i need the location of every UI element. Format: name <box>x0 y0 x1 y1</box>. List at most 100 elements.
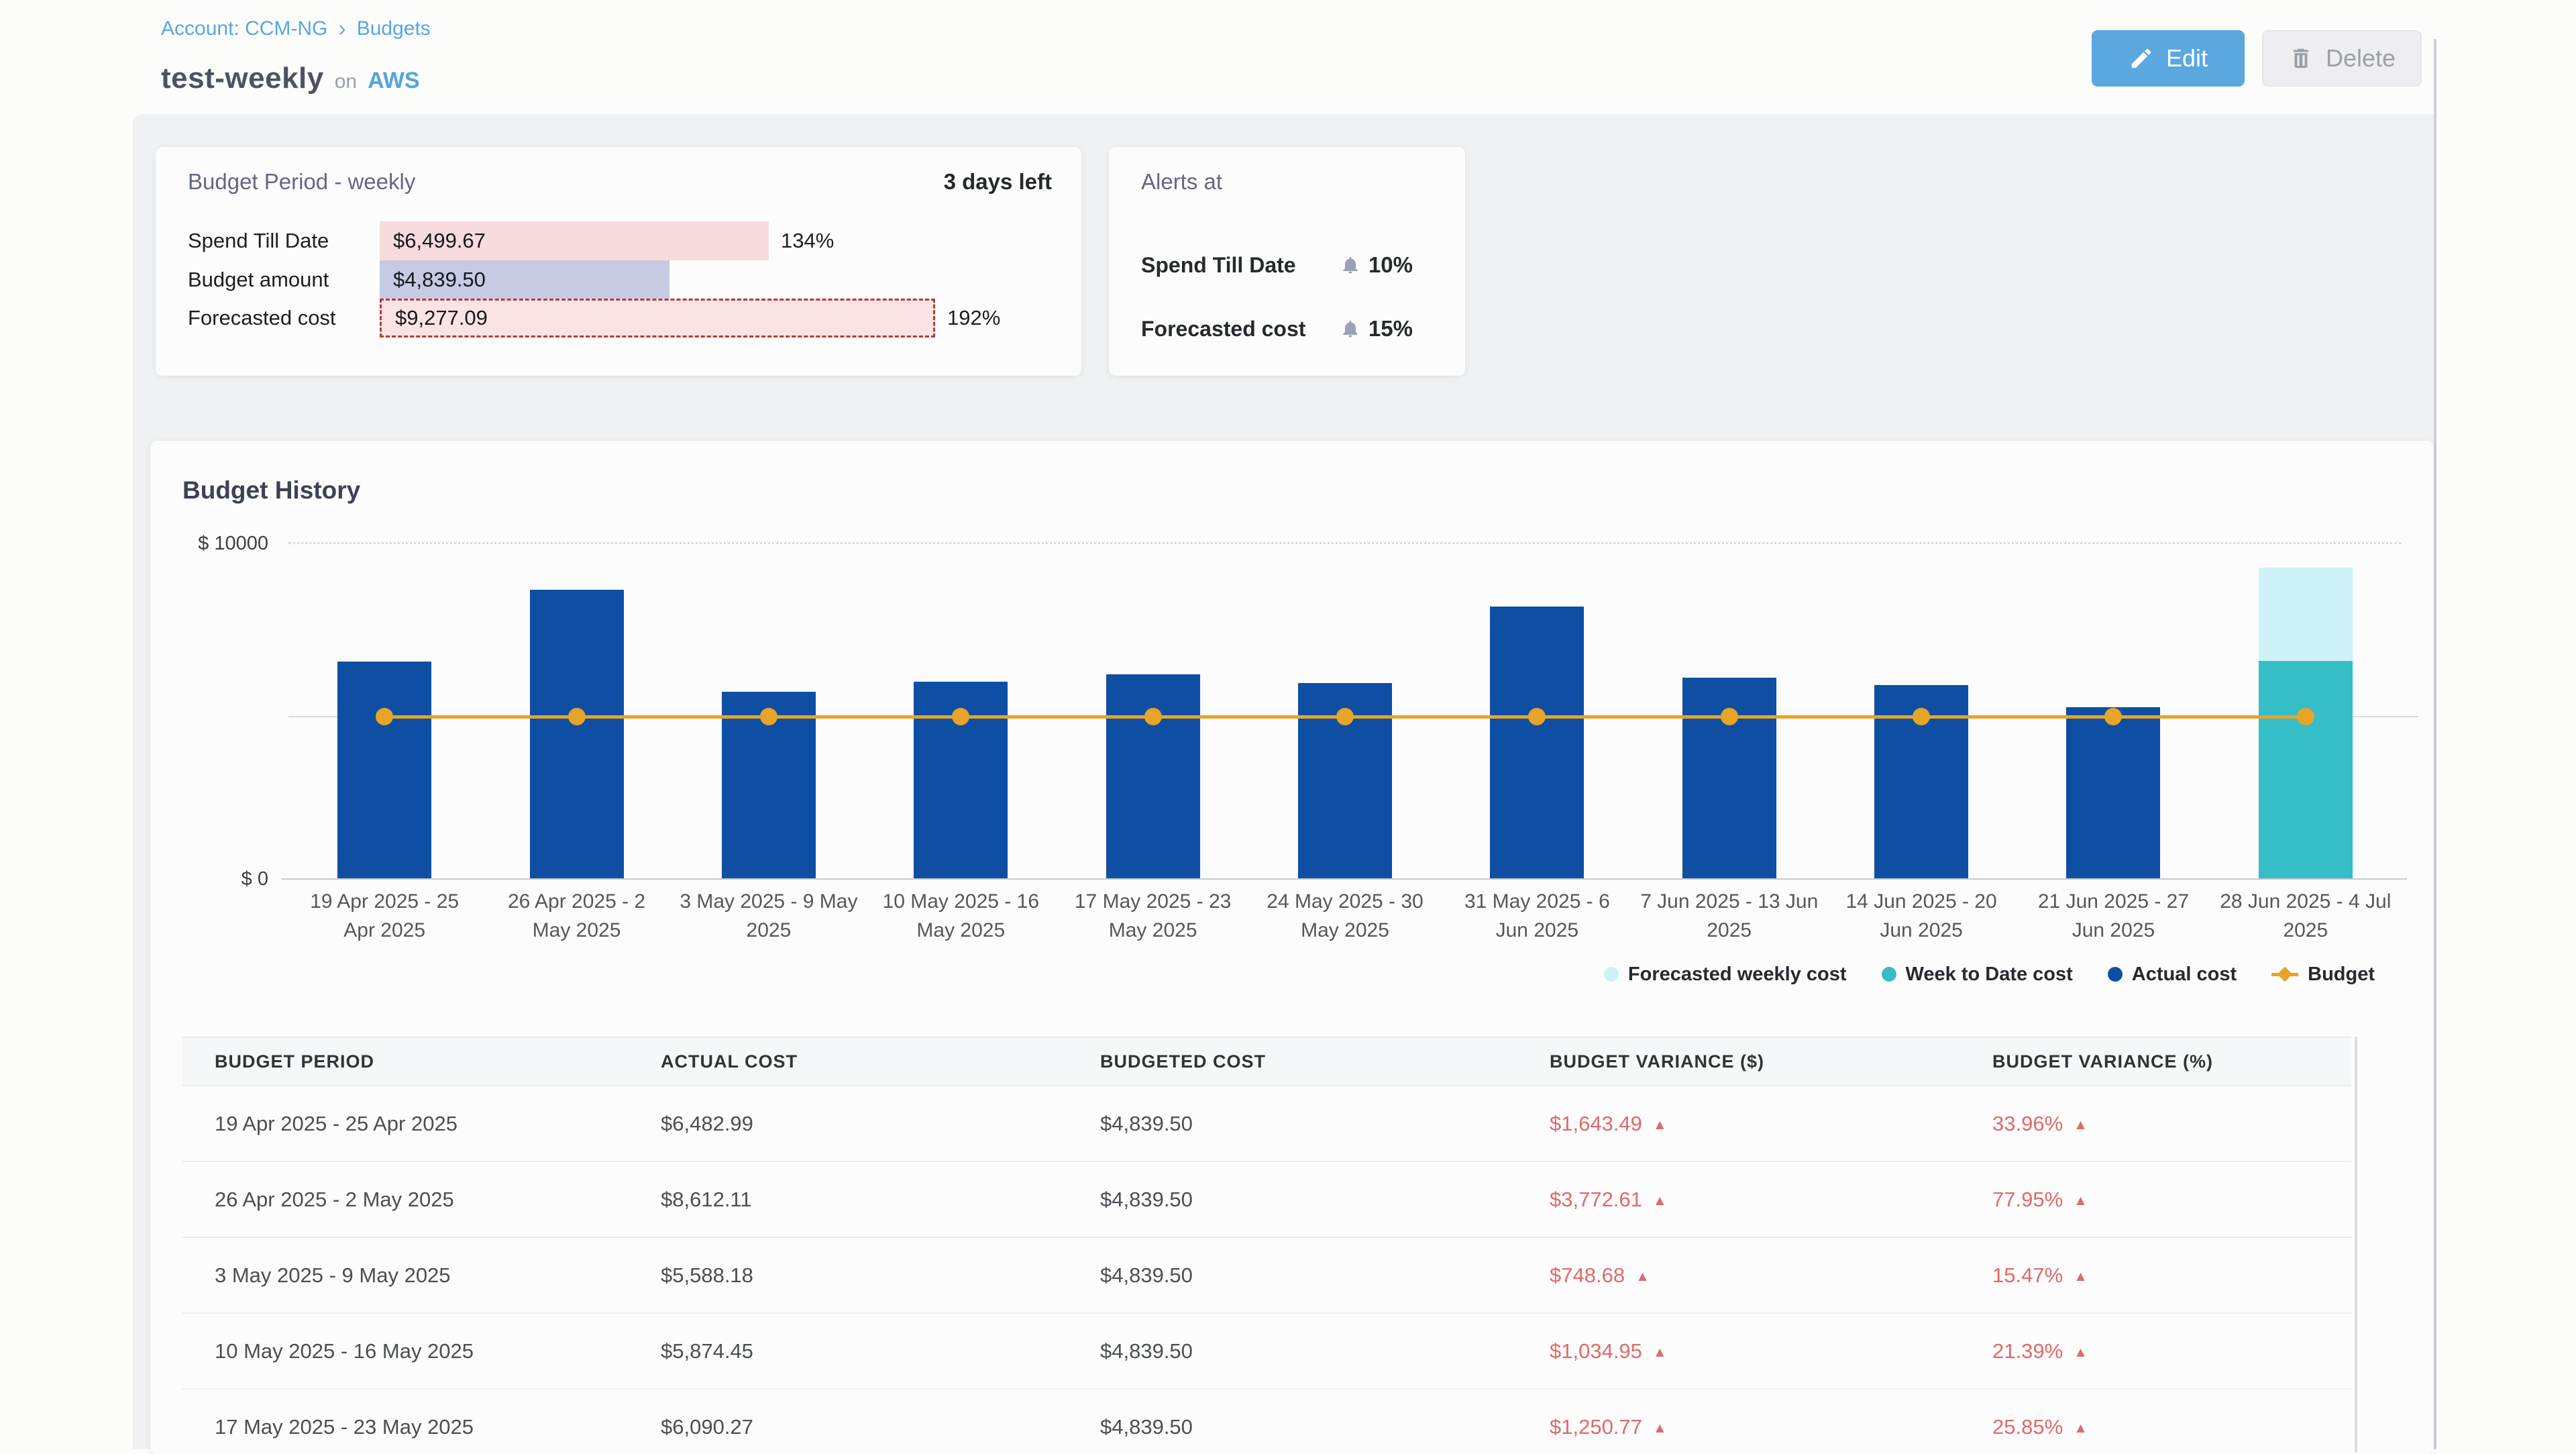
budget-line-marker <box>376 708 393 725</box>
x-axis-line <box>282 878 2407 880</box>
table-header-budget-variance-: BUDGET VARIANCE ($) <box>1517 1037 1960 1086</box>
table-cell-budgeted: $4,839.50 <box>1068 1237 1517 1313</box>
increase-triangle-icon: ▲ <box>2074 1345 2088 1360</box>
table-cell-actual: $8,612.11 <box>629 1161 1068 1237</box>
legend-item-budget[interactable]: Budget <box>2271 964 2375 986</box>
chart-bar-week-to-date[interactable] <box>2259 661 2353 879</box>
alerts-title: Alerts at <box>1141 169 1222 195</box>
table-row: 10 May 2025 - 16 May 2025$5,874.45$4,839… <box>182 1313 2351 1389</box>
chart-bar-actual[interactable] <box>530 590 624 879</box>
x-axis-label: 19 Apr 2025 - 25 Apr 2025 <box>294 887 475 945</box>
budget-history-card: Budget History $ 10000 $ 0 19 Apr 2025 -… <box>150 441 2434 1454</box>
bell-icon <box>1340 319 1360 339</box>
budget-amount-label: Budget amount <box>188 260 329 299</box>
chevron-right-icon: › <box>338 19 345 39</box>
budget-period-card: Budget Period - weekly 3 days left Spend… <box>156 147 1081 376</box>
table-cell-variance-pct: 15.47%▲ <box>1960 1237 2351 1313</box>
chart-bar-actual[interactable] <box>2066 707 2160 879</box>
table-cell-actual: $6,482.99 <box>629 1086 1068 1161</box>
budget-amount-value: $4,839.50 <box>380 268 486 292</box>
increase-triangle-icon: ▲ <box>2074 1269 2088 1284</box>
table-cell-period: 26 Apr 2025 - 2 May 2025 <box>182 1161 629 1237</box>
budget-line-marker <box>760 708 777 725</box>
content-area: Budget Period - weekly 3 days left Spend… <box>133 114 2434 1449</box>
spend-till-date-value: $6,499.67 <box>380 229 486 253</box>
title-bar: test-weekly on AWS <box>161 62 420 95</box>
x-axis-label: 24 May 2025 - 30 May 2025 <box>1254 887 1436 945</box>
table-cell-period: 17 May 2025 - 23 May 2025 <box>182 1389 629 1454</box>
increase-triangle-icon: ▲ <box>2074 1420 2088 1436</box>
table-cell-variance-usd: $3,772.61▲ <box>1517 1161 1960 1237</box>
alert-forecast-threshold: 15% <box>1368 316 1413 342</box>
budget-line-marker <box>1913 708 1930 725</box>
table-header-actual-cost: ACTUAL COST <box>629 1037 1068 1086</box>
forecasted-cost-bar: $9,277.09 <box>380 299 935 337</box>
edit-button[interactable]: Edit <box>2092 30 2245 87</box>
table-cell-actual: $5,874.45 <box>629 1313 1068 1389</box>
table-cell-budgeted: $4,839.50 <box>1068 1086 1517 1161</box>
legend-item-actual-cost[interactable]: Actual cost <box>2108 964 2237 986</box>
page-title: test-weekly <box>161 62 324 95</box>
table-cell-budgeted: $4,839.50 <box>1068 1313 1517 1389</box>
table-cell-budgeted: $4,839.50 <box>1068 1161 1517 1237</box>
alert-spend-threshold: 10% <box>1368 252 1413 278</box>
table-cell-variance-pct: 25.85%▲ <box>1960 1389 2351 1454</box>
budget-history-table-wrap: BUDGET PERIODACTUAL COSTBUDGETED COSTBUD… <box>182 1037 2351 1454</box>
forecasted-cost-label: Forecasted cost <box>188 299 336 337</box>
budget-history-table: BUDGET PERIODACTUAL COSTBUDGETED COSTBUD… <box>182 1037 2351 1454</box>
table-scrollbar[interactable] <box>2355 1037 2357 1453</box>
chart-legend: Forecasted weekly cost Week to Date cost A… <box>1604 959 2375 990</box>
budget-line-marker <box>1721 708 1738 725</box>
x-axis-label: 28 Jun 2025 - 4 Jul 2025 <box>2215 887 2396 945</box>
bell-icon <box>1340 255 1360 275</box>
table-cell-variance-usd: $1,250.77▲ <box>1517 1389 1960 1454</box>
budget-amount-bar: $4,839.50 <box>380 260 669 299</box>
legend-item-forecasted-weekly-cost[interactable]: Forecasted weekly cost <box>1604 964 1847 986</box>
legend-circle-icon <box>1604 967 1619 982</box>
chart-bar-actual[interactable] <box>337 662 431 879</box>
chart-bar-actual[interactable] <box>1106 674 1200 879</box>
table-row: 3 May 2025 - 9 May 2025$5,588.18$4,839.5… <box>182 1237 2351 1313</box>
increase-triangle-icon: ▲ <box>1653 1117 1667 1133</box>
delete-button[interactable]: Delete <box>2262 30 2422 87</box>
table-cell-variance-pct: 77.95%▲ <box>1960 1161 2351 1237</box>
increase-triangle-icon: ▲ <box>2074 1117 2088 1133</box>
increase-triangle-icon: ▲ <box>1653 1193 1667 1208</box>
pencil-icon <box>2129 46 2154 71</box>
table-header-budget-variance-: BUDGET VARIANCE (%) <box>1960 1037 2351 1086</box>
table-cell-variance-pct: 33.96%▲ <box>1960 1086 2351 1161</box>
page-scrollbar[interactable] <box>2434 39 2436 1449</box>
x-axis-label: 21 Jun 2025 - 27 Jun 2025 <box>2023 887 2204 945</box>
x-axis-label: 14 Jun 2025 - 20 Jun 2025 <box>1831 887 2012 945</box>
title-connector: on <box>335 70 357 93</box>
spend-till-date-label: Spend Till Date <box>188 221 329 260</box>
table-cell-variance-usd: $1,034.95▲ <box>1517 1313 1960 1389</box>
table-cell-variance-pct: 21.39%▲ <box>1960 1313 2351 1389</box>
days-left-badge: 3 days left <box>944 169 1052 195</box>
chart-bar-forecast[interactable] <box>2259 568 2353 661</box>
budget-line-marker <box>1144 708 1162 725</box>
breadcrumb-budgets-link[interactable]: Budgets <box>357 17 431 40</box>
trash-icon <box>2288 46 2314 71</box>
legend-circle-icon <box>2108 967 2123 982</box>
table-cell-variance-usd: $1,643.49▲ <box>1517 1086 1960 1161</box>
legend-label: Forecasted weekly cost <box>1628 964 1847 986</box>
x-axis-label: 26 Apr 2025 - 2 May 2025 <box>486 887 667 945</box>
breadcrumb-account-link[interactable]: Account: CCM-NG <box>161 17 327 40</box>
alerts-card: Alerts at Spend Till Date 10% Forecasted… <box>1109 147 1465 376</box>
table-header-budgeted-cost: BUDGETED COST <box>1068 1037 1517 1086</box>
table-row: 17 May 2025 - 23 May 2025$6,090.27$4,839… <box>182 1389 2351 1454</box>
legend-line-diamond-icon <box>2271 967 2298 982</box>
y-axis-tick-max: $ 10000 <box>168 530 268 557</box>
legend-item-week-to-date-cost[interactable]: Week to Date cost <box>1882 964 2073 986</box>
alert-spend-label: Spend Till Date <box>1141 253 1296 278</box>
spend-till-date-bar: $6,499.67 <box>380 221 769 260</box>
table-cell-actual: $6,090.27 <box>629 1389 1068 1454</box>
table-header-budget-period: BUDGET PERIOD <box>182 1037 629 1086</box>
alert-row: Forecasted cost 15% <box>1141 307 1413 350</box>
forecasted-cost-percent: 192% <box>947 299 1000 337</box>
chart-bar-actual[interactable] <box>1490 607 1584 879</box>
legend-circle-icon <box>1882 967 1896 982</box>
spend-till-date-percent: 134% <box>781 221 834 260</box>
breadcrumb: Account: CCM-NG › Budgets <box>161 17 431 40</box>
